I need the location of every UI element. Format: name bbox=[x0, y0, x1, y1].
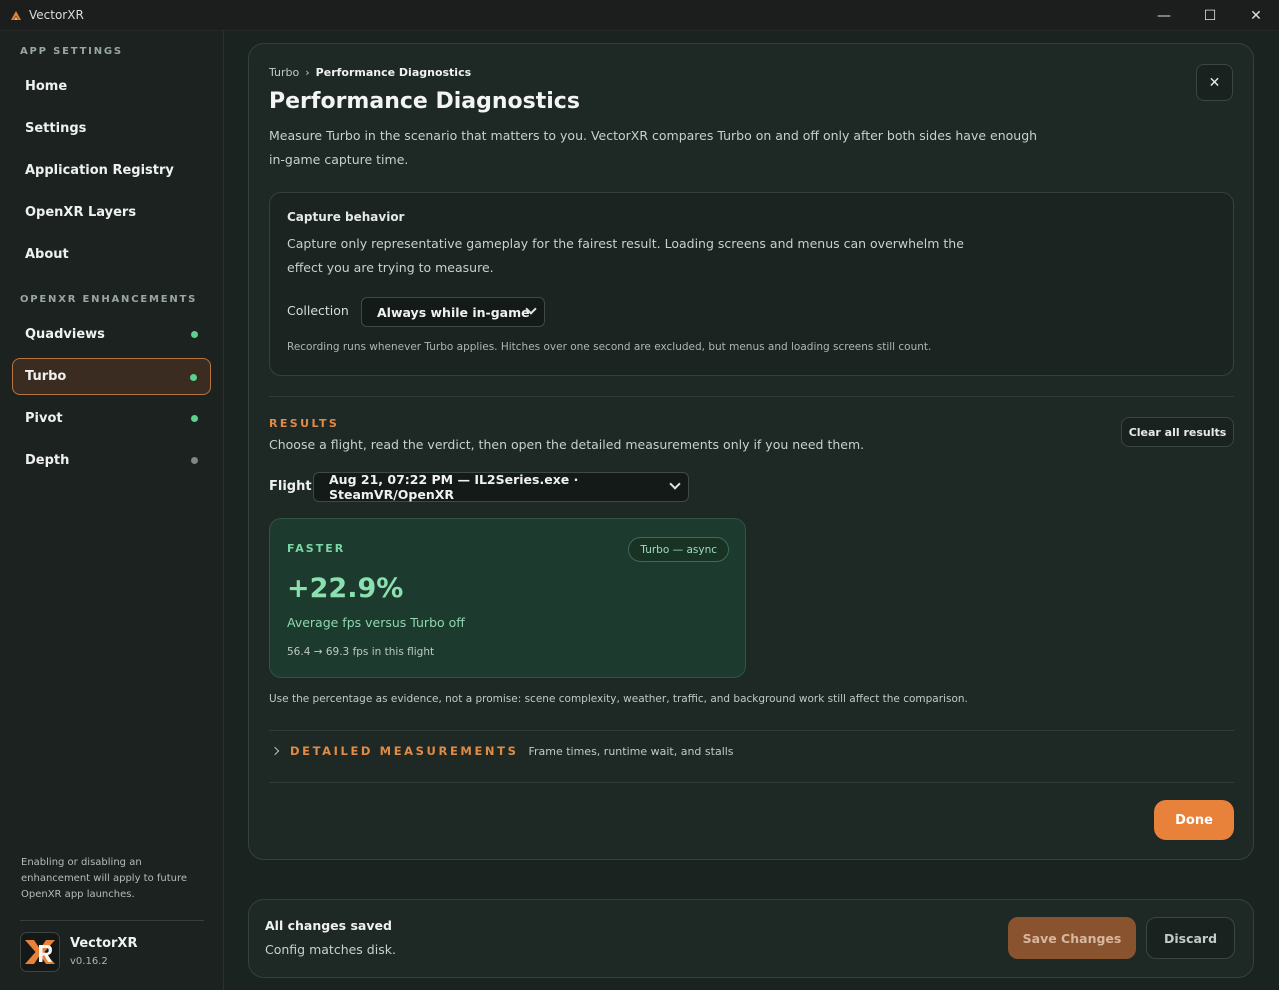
chevron-right-icon bbox=[270, 746, 280, 756]
brand-name: VectorXR bbox=[70, 936, 138, 951]
fps-comparison: 56.4 → 69.3 fps in this flight bbox=[287, 646, 435, 658]
collection-label: Collection bbox=[287, 303, 349, 318]
discard-button[interactable]: Discard bbox=[1146, 917, 1235, 959]
divider bbox=[269, 782, 1234, 783]
minimize-button[interactable]: — bbox=[1141, 0, 1187, 31]
sidebar-item-home[interactable]: Home bbox=[12, 68, 211, 105]
sidebar-item-depth[interactable]: Depth bbox=[12, 442, 211, 479]
capture-behavior-card: Capture behavior Capture only representa… bbox=[269, 192, 1234, 376]
done-button[interactable]: Done bbox=[1154, 800, 1234, 840]
flight-label: Flight bbox=[269, 479, 312, 494]
divider bbox=[269, 730, 1234, 731]
detailed-measurements-label: DETAILED MEASUREMENTS bbox=[290, 744, 519, 758]
sidebar-item-openxr-layers[interactable]: OpenXR Layers bbox=[12, 194, 211, 231]
sidebar-item-label: OpenXR Layers bbox=[25, 205, 137, 220]
save-status-title: All changes saved bbox=[265, 918, 392, 933]
sidebar-item-label: Settings bbox=[25, 121, 87, 136]
page-description: Measure Turbo in the scenario that matte… bbox=[269, 128, 1038, 167]
verdict-label: FASTER bbox=[287, 542, 346, 555]
title-bar: VectorXR — ☐ ✕ bbox=[0, 0, 1279, 31]
flight-select[interactable]: Aug 21, 07:22 PM — IL2Series.exe · Steam… bbox=[313, 472, 689, 502]
save-changes-button[interactable]: Save Changes bbox=[1008, 917, 1136, 959]
capture-note: Recording runs whenever Turbo applies. H… bbox=[287, 341, 932, 353]
save-status-bar: All changes saved Config matches disk. S… bbox=[248, 899, 1254, 978]
sidebar-item-quadviews[interactable]: Quadviews bbox=[12, 316, 211, 353]
sidebar: APP SETTINGS Home Settings Application R… bbox=[0, 31, 224, 990]
openxr-enhancements-heading: OPENXR ENHANCEMENTS bbox=[20, 294, 198, 305]
diagnostics-panel: Turbo › Performance Diagnostics ✕ Perfor… bbox=[248, 43, 1254, 860]
brand-version: v0.16.2 bbox=[70, 956, 108, 967]
sidebar-item-label: Application Registry bbox=[25, 163, 174, 178]
results-description: Choose a flight, read the verdict, then … bbox=[269, 437, 865, 452]
clear-all-results-button[interactable]: Clear all results bbox=[1121, 417, 1234, 447]
status-dot-icon bbox=[191, 457, 198, 464]
sidebar-item-turbo[interactable]: Turbo bbox=[12, 358, 211, 395]
vectorxr-app-icon bbox=[11, 11, 21, 20]
capture-description: Capture only representative gameplay for… bbox=[287, 236, 964, 275]
percent-description: Average fps versus Turbo off bbox=[287, 615, 465, 630]
sidebar-item-label: Home bbox=[25, 79, 68, 94]
sidebar-item-settings[interactable]: Settings bbox=[12, 110, 211, 147]
status-dot-icon bbox=[190, 374, 197, 381]
collection-select-value: Always while in-game bbox=[377, 304, 530, 320]
status-dot-icon bbox=[191, 331, 198, 338]
sidebar-item-label: Depth bbox=[25, 453, 70, 468]
sidebar-item-about[interactable]: About bbox=[12, 236, 211, 273]
breadcrumb-separator-icon: › bbox=[305, 66, 310, 79]
flight-select-value: Aug 21, 07:22 PM — IL2Series.exe · Steam… bbox=[329, 472, 579, 502]
sidebar-item-label: Turbo bbox=[25, 369, 67, 384]
results-heading: RESULTS bbox=[269, 417, 340, 430]
save-status-subtitle: Config matches disk. bbox=[265, 942, 396, 957]
app-settings-heading: APP SETTINGS bbox=[20, 46, 123, 57]
close-icon: ✕ bbox=[1208, 74, 1221, 91]
detailed-measurements-toggle[interactable]: DETAILED MEASUREMENTS Frame times, runti… bbox=[269, 744, 734, 758]
sidebar-item-label: Quadviews bbox=[25, 327, 105, 342]
evidence-note: Use the percentage as evidence, not a pr… bbox=[269, 693, 968, 705]
sidebar-item-pivot[interactable]: Pivot bbox=[12, 400, 211, 437]
sidebar-item-label: About bbox=[25, 247, 69, 262]
status-dot-icon bbox=[191, 415, 198, 422]
maximize-button[interactable]: ☐ bbox=[1187, 0, 1233, 31]
mode-badge: Turbo — async bbox=[628, 537, 729, 562]
detailed-measurements-sublabel: Frame times, runtime wait, and stalls bbox=[528, 744, 734, 758]
collection-select[interactable]: Always while in-game bbox=[361, 297, 545, 327]
sidebar-item-label: Pivot bbox=[25, 411, 63, 426]
breadcrumb-current: Performance Diagnostics bbox=[315, 66, 472, 79]
window-close-button[interactable]: ✕ bbox=[1233, 0, 1279, 31]
percent-improvement: +22.9% bbox=[287, 573, 404, 604]
window-title: VectorXR bbox=[29, 8, 84, 22]
minimize-icon: — bbox=[1157, 7, 1171, 24]
vectorxr-logo-icon bbox=[20, 932, 60, 972]
result-card: FASTER Turbo — async +22.9% Average fps … bbox=[269, 518, 746, 678]
close-icon: ✕ bbox=[1250, 7, 1262, 24]
page-title: Performance Diagnostics bbox=[269, 89, 580, 114]
panel-close-button[interactable]: ✕ bbox=[1196, 64, 1233, 101]
divider bbox=[269, 396, 1234, 397]
breadcrumb: Turbo › Performance Diagnostics bbox=[269, 66, 471, 79]
capture-title: Capture behavior bbox=[287, 210, 405, 224]
breadcrumb-parent[interactable]: Turbo bbox=[269, 66, 299, 79]
sidebar-note: Enabling or disabling an enhancement wil… bbox=[21, 857, 188, 900]
sidebar-divider bbox=[20, 920, 204, 921]
sidebar-item-application-registry[interactable]: Application Registry bbox=[12, 152, 211, 189]
maximize-icon: ☐ bbox=[1203, 7, 1217, 24]
